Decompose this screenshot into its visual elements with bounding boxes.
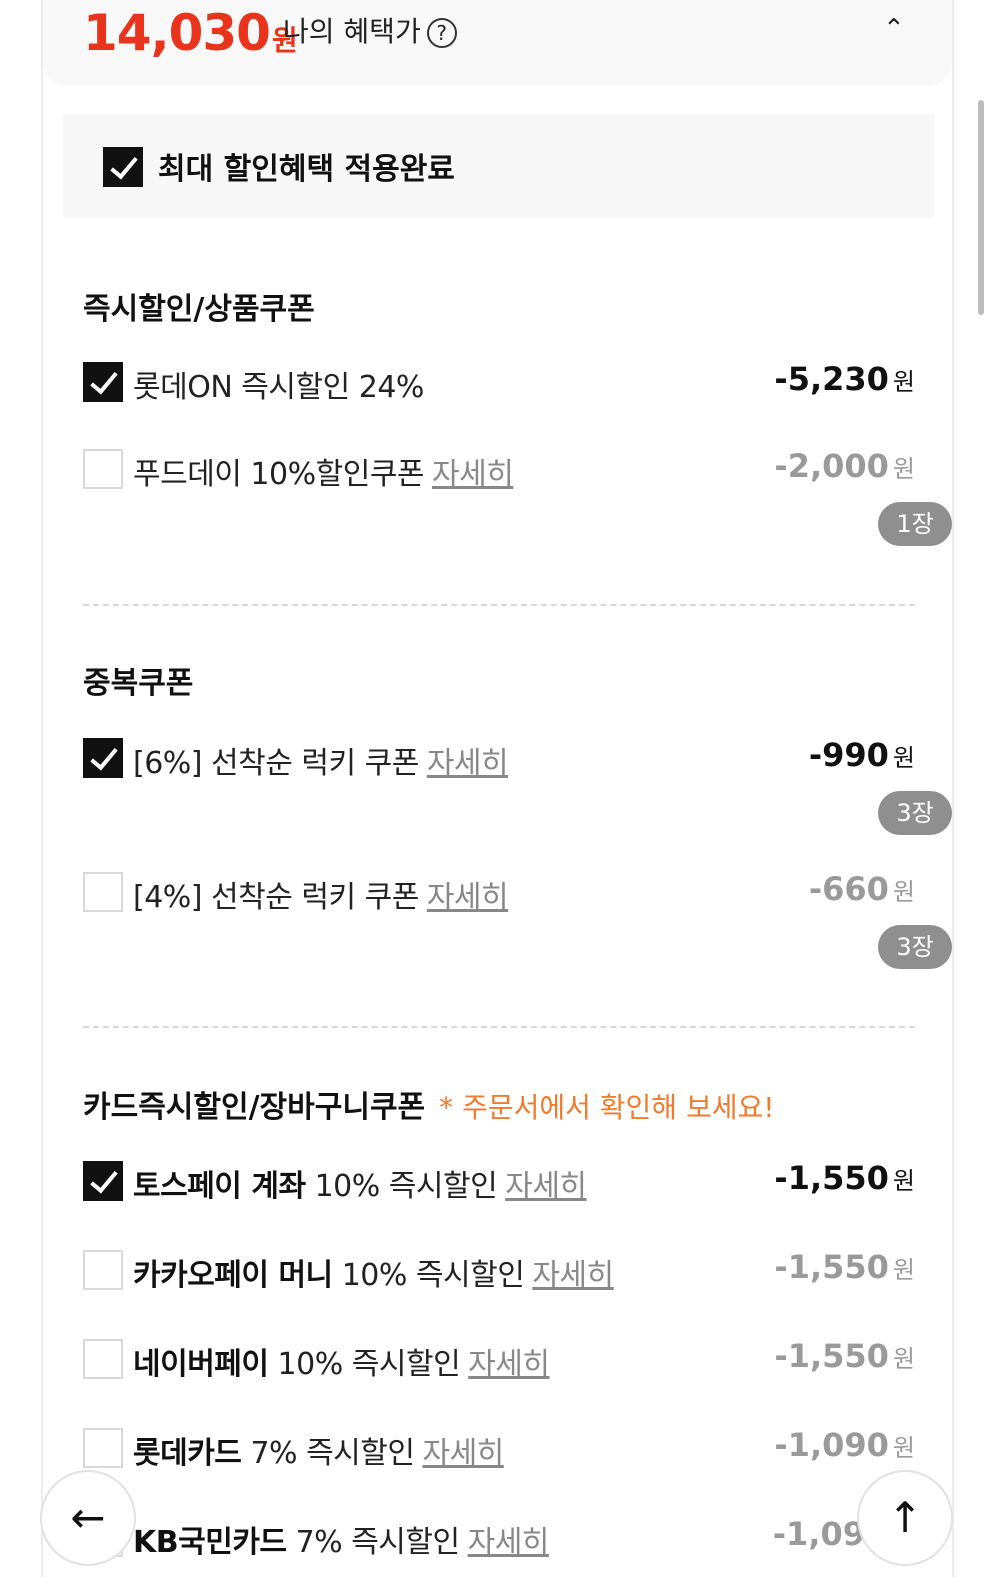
card-label: 카카오페이 머니 10% 즉시할인 자세히 (133, 1258, 614, 1293)
card-checkbox[interactable] (83, 1339, 123, 1379)
coupon-checkbox[interactable] (83, 738, 123, 778)
card-amount: -1,550 원 (774, 1248, 915, 1286)
card-discount-row[interactable]: KB국민카드 7% 즉시할인 자세히 -1,09 (83, 1515, 915, 1560)
scroll-top-icon[interactable]: ↑ (857, 1470, 953, 1566)
section-divider (83, 604, 915, 606)
card-label: KB국민카드 7% 즉시할인 자세히 (133, 1525, 550, 1560)
card-label: 롯데카드 7% 즉시할인 자세히 (133, 1436, 504, 1471)
section-divider (83, 1026, 915, 1028)
benefit-price: 14,030원 (83, 4, 298, 62)
coupon-qty-badge: 3장 (878, 791, 952, 835)
card-amount: -1,090 원 (774, 1426, 915, 1464)
card-discount-row[interactable]: 네이버페이 10% 즉시할인 자세히 -1,550 원 (83, 1337, 915, 1382)
coupon-amount: -2,000 원 (774, 447, 915, 485)
help-icon[interactable]: ? (426, 18, 457, 48)
detail-link[interactable]: 자세히 (427, 880, 509, 915)
max-benefit-checkbox[interactable] (103, 147, 143, 187)
detail-link[interactable]: 자세히 (505, 1169, 587, 1204)
card-amount: -1,09 (772, 1515, 865, 1553)
max-benefit-box[interactable]: 최대 할인혜택 적용완료 (63, 114, 935, 218)
card-amount: -1,550 원 (774, 1159, 915, 1197)
chevron-up-icon[interactable]: ⌃ (883, 14, 907, 44)
section-title-card: 카드즉시할인/장바구니쿠폰 * 주문서에서 확인해 보세요! (83, 1090, 775, 1125)
section-note: * 주문서에서 확인해 보세요! (439, 1091, 775, 1124)
card-checkbox[interactable] (83, 1161, 123, 1201)
detail-link[interactable]: 자세히 (427, 746, 509, 781)
coupon-row[interactable]: 롯데ON 즉시할인 24% -5,230 원 (83, 360, 915, 405)
back-arrow-icon[interactable]: ← (40, 1470, 136, 1566)
coupon-label: [6%] 선착순 럭키 쿠폰 자세히 (133, 746, 509, 781)
coupon-label: 푸드데이 10%할인쿠폰 자세히 (133, 457, 514, 492)
card-label: 토스페이 계좌 10% 즉시할인 자세히 (133, 1169, 587, 1204)
coupon-row[interactable]: 푸드데이 10%할인쿠폰 자세히 -2,000 원 (83, 447, 915, 492)
coupon-checkbox[interactable] (83, 362, 123, 402)
coupon-row[interactable]: [6%] 선착순 럭키 쿠폰 자세히 -990 원 (83, 736, 915, 781)
section-title-duplicate: 중복쿠폰 (83, 666, 194, 701)
detail-link[interactable]: 자세히 (468, 1525, 550, 1560)
card-checkbox[interactable] (83, 1250, 123, 1290)
coupon-checkbox[interactable] (83, 872, 123, 912)
card-discount-row[interactable]: 카카오페이 머니 10% 즉시할인 자세히 -1,550 원 (83, 1248, 915, 1293)
benefit-panel: 14,030원 나의 혜택가? ⌃ 최대 할인혜택 적용완료 즉시할인/상품쿠폰… (41, 0, 954, 1577)
card-discount-row[interactable]: 토스페이 계좌 10% 즉시할인 자세히 -1,550 원 (83, 1159, 915, 1204)
card-amount: -1,550 원 (774, 1337, 915, 1375)
detail-link[interactable]: 자세히 (468, 1347, 550, 1382)
coupon-amount: -5,230 원 (774, 360, 915, 398)
coupon-checkbox[interactable] (83, 449, 123, 489)
coupon-row[interactable]: [4%] 선착순 럭키 쿠폰 자세히 -660 원 (83, 870, 915, 915)
detail-link[interactable]: 자세히 (432, 457, 514, 492)
max-benefit-label: 최대 할인혜택 적용완료 (158, 152, 455, 187)
section-title-instant: 즉시할인/상품쿠폰 (83, 292, 315, 327)
coupon-label: 롯데ON 즉시할인 24% (133, 370, 424, 405)
detail-link[interactable]: 자세히 (422, 1436, 504, 1471)
card-discount-row[interactable]: 롯데카드 7% 즉시할인 자세히 -1,090 원 (83, 1426, 915, 1471)
coupon-amount: -990 원 (808, 736, 915, 774)
benefit-label: 나의 혜택가? (283, 10, 457, 50)
scrollbar[interactable] (978, 100, 984, 315)
card-label: 네이버페이 10% 즉시할인 자세히 (133, 1347, 550, 1382)
coupon-amount: -660 원 (808, 870, 915, 908)
coupon-qty-badge: 3장 (878, 925, 952, 969)
price-summary: 14,030원 나의 혜택가? ⌃ (43, 0, 952, 86)
detail-link[interactable]: 자세히 (532, 1258, 614, 1293)
coupon-qty-badge: 1장 (878, 502, 952, 546)
card-checkbox[interactable] (83, 1428, 123, 1468)
coupon-label: [4%] 선착순 럭키 쿠폰 자세히 (133, 880, 509, 915)
